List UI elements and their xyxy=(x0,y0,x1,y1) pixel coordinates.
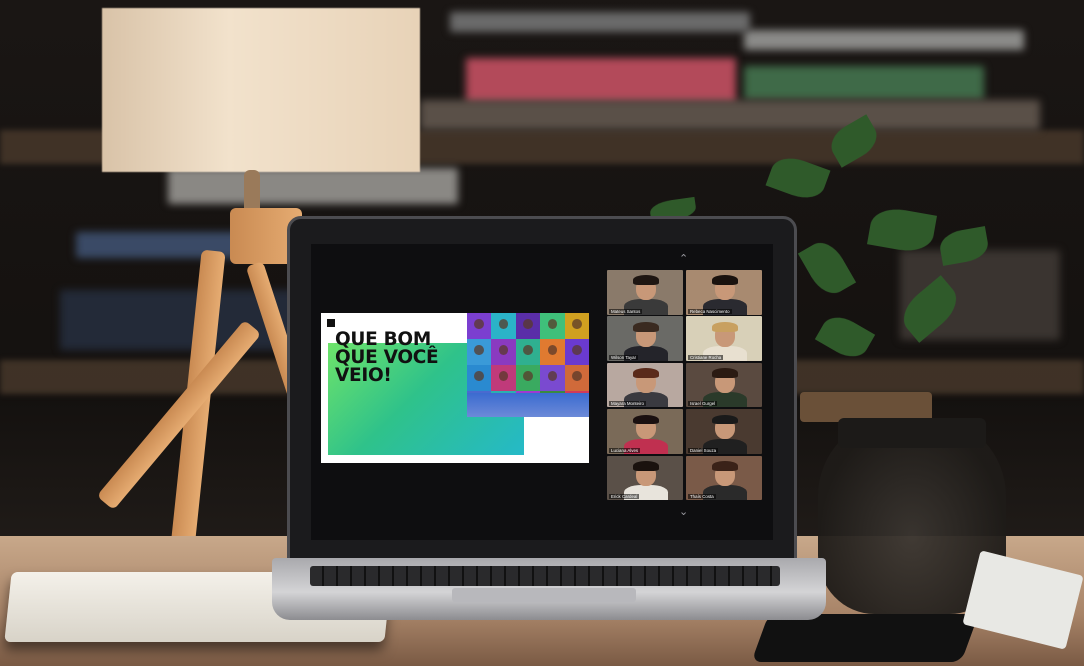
participant-tile[interactable]: Daniel Souza xyxy=(686,409,762,454)
illustration-person xyxy=(515,365,541,391)
slide-title: QUE BOM QUE VOCÊ VEIO! xyxy=(335,330,485,386)
participant-hair xyxy=(711,414,738,425)
participant-tile[interactable]: Israel Gurgel xyxy=(686,362,762,408)
illustration-person xyxy=(564,339,589,365)
illustration-person xyxy=(467,365,492,391)
photo-scene: QUE BOM QUE VOCÊ VEIO! ⌃ Mateus Santos Re… xyxy=(0,0,1084,666)
illustration-person xyxy=(491,365,516,391)
illustration-person xyxy=(491,339,516,365)
participant-name: Thaís Costa xyxy=(688,494,716,500)
participant-tile[interactable]: Mayara Monteiro xyxy=(607,362,683,408)
book-spine xyxy=(466,58,736,104)
participant-hair xyxy=(632,460,659,471)
illustration-person xyxy=(540,339,565,365)
plant-leaf xyxy=(797,235,857,301)
slide-title-line: VEIO! xyxy=(335,365,392,386)
participant-hair xyxy=(632,414,659,425)
book-spine xyxy=(744,30,1024,50)
illustration-person xyxy=(564,313,589,339)
illustration-person xyxy=(515,313,541,339)
participant-name: Cristiane Rocha xyxy=(688,354,724,360)
participant-tile[interactable]: Wilson Tayar xyxy=(607,316,683,361)
illustration-person xyxy=(564,365,589,391)
participant-tile[interactable]: Rebeca Nascimento xyxy=(686,270,762,315)
participant-gallery: Mateus Santos Rebeca Nascimento Wilson Tay… xyxy=(607,270,763,501)
participant-name: Erick Cardeal xyxy=(609,494,640,500)
lamp-shade xyxy=(102,8,420,172)
participant-hair xyxy=(711,460,738,471)
laptop-keyboard xyxy=(310,566,780,586)
participant-name: Wilson Tayar xyxy=(609,354,639,360)
shared-slide: QUE BOM QUE VOCÊ VEIO! xyxy=(321,313,589,463)
participant-tile[interactable]: Mateus Santos xyxy=(607,270,683,315)
illustration-person xyxy=(540,313,565,339)
laptop-trackpad xyxy=(452,588,636,602)
participant-hair xyxy=(711,275,738,286)
chevron-down-icon[interactable]: ⌄ xyxy=(679,507,688,518)
participant-hair xyxy=(632,321,659,332)
participant-name: Luciana Alves xyxy=(609,447,641,453)
book-spine xyxy=(744,66,984,100)
participant-name: Mayara Monteiro xyxy=(609,401,646,407)
book-spine xyxy=(420,100,1040,130)
plant-leaf xyxy=(814,309,876,365)
participant-name: Israel Gurgel xyxy=(688,401,718,407)
participant-name: Mateus Santos xyxy=(609,308,643,314)
participant-hair xyxy=(632,275,659,286)
participant-name: Daniel Souza xyxy=(688,447,719,453)
plant-leaf xyxy=(867,204,937,256)
illustration-person xyxy=(540,365,565,391)
participant-tile[interactable]: Cristiane Rocha xyxy=(686,316,762,361)
participant-tile[interactable]: Erick Cardeal xyxy=(607,455,683,501)
participant-tile[interactable]: Thaís Costa xyxy=(686,455,762,501)
participant-name: Rebeca Nascimento xyxy=(688,308,732,314)
participant-hair xyxy=(711,321,738,332)
participant-hair xyxy=(632,368,659,378)
book-spine xyxy=(168,168,458,204)
participant-hair xyxy=(711,368,738,378)
book-spine xyxy=(450,12,750,32)
illustration-person xyxy=(491,313,516,339)
illustration-person xyxy=(467,313,492,339)
slide-illustration-floor xyxy=(467,393,589,417)
participant-tile[interactable]: Luciana Alves xyxy=(607,409,683,454)
illustration-person xyxy=(467,339,492,365)
slide-badge-icon xyxy=(327,319,335,327)
illustration-person xyxy=(515,339,541,365)
jar-lid xyxy=(838,418,986,448)
smartphone xyxy=(751,614,979,662)
chevron-up-icon[interactable]: ⌃ xyxy=(679,254,688,265)
